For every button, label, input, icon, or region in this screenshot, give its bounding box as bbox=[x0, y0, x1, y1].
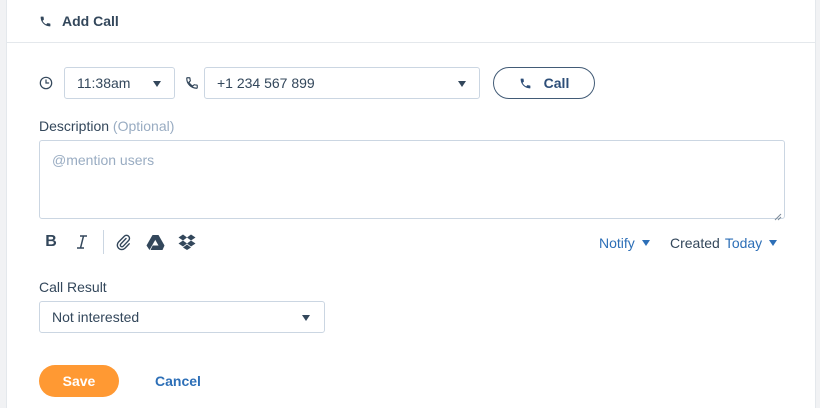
paperclip-icon[interactable] bbox=[113, 232, 133, 252]
optional-text: (Optional) bbox=[112, 118, 175, 134]
time-value: 11:38am bbox=[77, 75, 131, 91]
call-details-row: 11:38am +1 234 567 899 Call bbox=[7, 67, 815, 99]
description-label-text: Description bbox=[39, 118, 110, 134]
cancel-button[interactable]: Cancel bbox=[155, 373, 201, 389]
bold-button[interactable]: B bbox=[41, 232, 61, 252]
created-date-control: Created Today bbox=[670, 235, 778, 251]
phone-icon bbox=[39, 14, 53, 28]
phone-number-value: +1 234 567 899 bbox=[217, 75, 315, 91]
call-button[interactable]: Call bbox=[493, 67, 595, 99]
google-drive-icon[interactable] bbox=[145, 232, 165, 252]
add-call-panel: Add Call 11:38am +1 234 567 899 Call Des… bbox=[6, 0, 816, 408]
formatting-toolbar: B Notify Created Today bbox=[39, 230, 785, 254]
phone-outline-icon bbox=[185, 76, 199, 90]
dropbox-icon[interactable] bbox=[177, 232, 197, 252]
call-button-label: Call bbox=[543, 75, 570, 91]
call-result-value: Not interested bbox=[52, 309, 140, 325]
notify-dropdown[interactable]: Notify bbox=[599, 235, 650, 251]
clock-icon bbox=[39, 76, 53, 90]
created-date-dropdown[interactable]: Today bbox=[725, 235, 762, 251]
description-placeholder: @mention users bbox=[52, 152, 155, 168]
description-label: Description (Optional) bbox=[39, 118, 174, 134]
notify-label: Notify bbox=[599, 235, 635, 251]
chevron-down-icon bbox=[641, 240, 650, 246]
call-result-label: Call Result bbox=[39, 279, 107, 295]
chevron-down-icon bbox=[302, 315, 310, 321]
resize-handle-icon[interactable] bbox=[774, 208, 782, 221]
phone-number-select[interactable]: +1 234 567 899 bbox=[204, 67, 480, 99]
time-select[interactable]: 11:38am bbox=[64, 67, 175, 99]
save-button[interactable]: Save bbox=[39, 365, 119, 397]
chevron-down-icon bbox=[769, 240, 778, 246]
chevron-down-icon bbox=[153, 81, 161, 87]
description-input[interactable]: @mention users bbox=[39, 140, 785, 221]
created-label: Created bbox=[670, 235, 720, 251]
panel-title: Add Call bbox=[62, 13, 119, 29]
panel-header: Add Call bbox=[7, 0, 815, 43]
phone-icon bbox=[519, 77, 532, 90]
call-result-select[interactable]: Not interested bbox=[39, 301, 325, 333]
chevron-down-icon bbox=[458, 81, 466, 87]
italic-icon[interactable] bbox=[72, 232, 92, 252]
toolbar-divider bbox=[103, 230, 104, 254]
